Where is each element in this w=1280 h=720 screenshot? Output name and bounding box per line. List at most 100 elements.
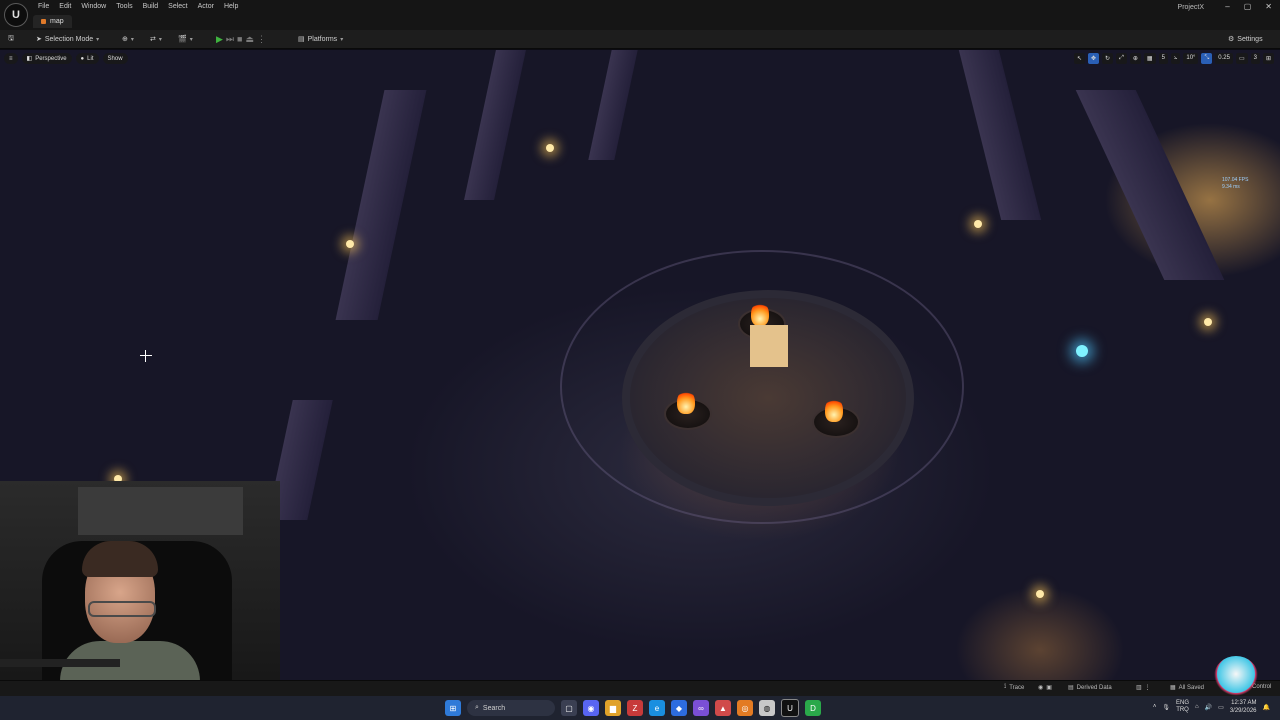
menu-bar: U File Edit Window Tools Build Select Ac… <box>0 0 1280 30</box>
camera-speed-value[interactable]: 3 <box>1250 53 1260 64</box>
stone-pillar <box>958 50 1042 220</box>
level-icon <box>41 19 46 24</box>
clock[interactable]: 12:37 AM 3/29/2026 <box>1230 699 1257 715</box>
notification-icon[interactable]: 🔔 <box>1263 704 1270 711</box>
gear-icon: ⚙ <box>1228 36 1235 43</box>
minimize-button[interactable]: – <box>1225 2 1229 11</box>
app-icon[interactable]: ▲ <box>715 700 731 716</box>
lit-button[interactable]: ● Lit <box>75 53 99 64</box>
save-button[interactable]: 🖫 <box>8 32 14 46</box>
platforms-label: Platforms <box>307 35 338 43</box>
more-options-icon[interactable]: ⋮ <box>257 34 266 45</box>
glasses <box>88 601 156 617</box>
show-label: Show <box>107 55 123 62</box>
scale-snap-value[interactable]: 0.25 <box>1215 53 1233 64</box>
vs-code-icon[interactable]: ◆ <box>671 700 687 716</box>
trace-button[interactable]: ⟟ Trace <box>1004 684 1024 691</box>
filezilla-icon[interactable]: Z <box>627 700 643 716</box>
stop-icon[interactable]: ■ <box>237 34 242 44</box>
window-controls: – ▢ ✕ <box>1225 2 1272 11</box>
all-saved-button[interactable]: ▦ All Saved <box>1170 684 1204 692</box>
search-label: Search <box>482 704 506 712</box>
derived-data-button[interactable]: ▤ Derived Data <box>1068 684 1112 692</box>
mic-tray-icon[interactable]: 🎙 <box>1162 704 1170 711</box>
rotation-snap-icon[interactable]: ⦣ <box>1170 53 1181 64</box>
task-view-icon[interactable]: ▢ <box>561 700 577 716</box>
trace-icon: ⟟ <box>1004 684 1007 690</box>
tray-overflow-icon[interactable]: ˄ <box>1153 704 1157 710</box>
viewport-menu-button[interactable]: ≡ <box>4 53 18 64</box>
main-menu: File Edit Window Tools Build Select Acto… <box>33 2 243 11</box>
world-local-icon[interactable]: ⊕ <box>1129 53 1141 64</box>
rotate-tool-icon[interactable]: ↻ <box>1102 53 1114 64</box>
perspective-button[interactable]: ◧ Perspective <box>21 53 72 64</box>
language-indicator[interactable]: ENG TRQ <box>1176 700 1189 714</box>
battery-icon[interactable]: ▭ <box>1218 704 1224 711</box>
source-control-icon[interactable]: ▣ <box>1046 684 1052 691</box>
davinci-icon[interactable]: D <box>805 700 821 716</box>
maximize-button[interactable]: ▢ <box>1244 2 1252 11</box>
background-shelf <box>78 487 243 535</box>
search-icon: ⌕ <box>475 704 479 711</box>
move-tool-icon[interactable]: ✥ <box>1088 53 1100 64</box>
eject-icon[interactable]: ⏏ <box>245 34 254 45</box>
main-toolbar: 🖫 ➤ Selection Mode ▾ ⊕ ▾ ⇄ ▾ 🎬 ▾ ▶ ⏭ ■ ⏏ ⋮ … <box>0 30 1280 49</box>
menu-window[interactable]: Window <box>76 2 111 11</box>
discord-icon[interactable]: ◉ <box>583 700 599 716</box>
blueprints-button[interactable]: ⇄ ▾ <box>150 32 162 46</box>
platforms-icon: ▤ <box>298 36 305 43</box>
menu-select[interactable]: Select <box>163 2 192 11</box>
perspective-label: Perspective <box>35 55 67 62</box>
project-name: ProjectX <box>1177 4 1204 11</box>
menu-edit[interactable]: Edit <box>54 2 76 11</box>
settings-button[interactable]: ⚙ Settings <box>1228 32 1263 46</box>
taskbar-search[interactable]: ⌕ Search <box>467 700 555 716</box>
clock-time: 12:37 AM <box>1231 700 1257 706</box>
unreal-logo-icon[interactable]: U <box>4 3 28 27</box>
step-icon[interactable]: ⏭ <box>226 34 234 45</box>
network-icon[interactable]: ⌂ <box>1195 704 1199 710</box>
scroll-board <box>750 325 788 367</box>
unreal-engine-icon[interactable]: U <box>781 699 799 717</box>
chevron-down-icon: ▾ <box>130 36 134 43</box>
scale-tool-icon[interactable]: ⤢ <box>1116 53 1127 64</box>
play-icon[interactable]: ▶ <box>216 34 223 45</box>
frame-time-value: 9.34 ms <box>1222 184 1240 190</box>
chrome-icon[interactable]: ◍ <box>759 700 775 716</box>
candle-light <box>546 144 554 152</box>
menu-build[interactable]: Build <box>138 2 164 11</box>
grid-snap-icon[interactable]: ▦ <box>1143 53 1156 64</box>
candle-light <box>974 220 982 228</box>
status-bar: ⟟ Trace ◉ ▣ ▤ Derived Data ▥ ⋮ ▦ All Sav… <box>0 680 1280 697</box>
volume-icon[interactable]: 🔊 <box>1205 704 1212 711</box>
file-explorer-icon[interactable]: ▆ <box>605 700 621 716</box>
more-icon[interactable]: ⋮ <box>1145 684 1151 691</box>
maximize-viewport-icon[interactable]: ⊞ <box>1262 53 1274 64</box>
stone-pillar <box>335 90 427 320</box>
menu-file[interactable]: File <box>33 2 54 11</box>
menu-tools[interactable]: Tools <box>111 2 137 11</box>
blender-icon[interactable]: ◎ <box>737 700 753 716</box>
visual-studio-icon[interactable]: ∞ <box>693 700 709 716</box>
platforms-dropdown[interactable]: ▤ Platforms ▾ <box>298 32 343 46</box>
candle-light <box>1036 590 1044 598</box>
grid-snap-value[interactable]: 5 <box>1158 53 1168 64</box>
rotation-snap-value[interactable]: 10° <box>1183 53 1199 64</box>
camera-speed-icon[interactable]: ▭ <box>1235 53 1248 64</box>
close-button[interactable]: ✕ <box>1265 2 1272 11</box>
menu-actor[interactable]: Actor <box>193 2 219 11</box>
level-tab[interactable]: map <box>33 15 72 28</box>
menu-help[interactable]: Help <box>219 2 243 11</box>
show-button[interactable]: Show <box>102 53 128 64</box>
revision-control-icon[interactable]: ◉ <box>1038 684 1043 691</box>
windows-start-icon[interactable]: ⊞ <box>445 700 461 716</box>
selection-mode-dropdown[interactable]: ➤ Selection Mode ▾ <box>36 32 99 46</box>
scale-snap-icon[interactable]: ⤡ <box>1201 53 1213 64</box>
select-tool-icon[interactable]: ↖ <box>1073 53 1085 64</box>
cinematics-button[interactable]: 🎬 ▾ <box>178 32 193 46</box>
blue-light-orb <box>1076 345 1088 357</box>
transform-toolbar: ↖ ✥ ↻ ⤢ ⊕ ▦ 5 ⦣ 10° ⤡ 0.25 ▭ 3 ⊞ <box>1073 53 1274 64</box>
add-content-button[interactable]: ⊕ ▾ <box>122 32 134 46</box>
edge-icon[interactable]: e <box>649 700 665 716</box>
content-icon[interactable]: ▥ <box>1136 684 1142 691</box>
